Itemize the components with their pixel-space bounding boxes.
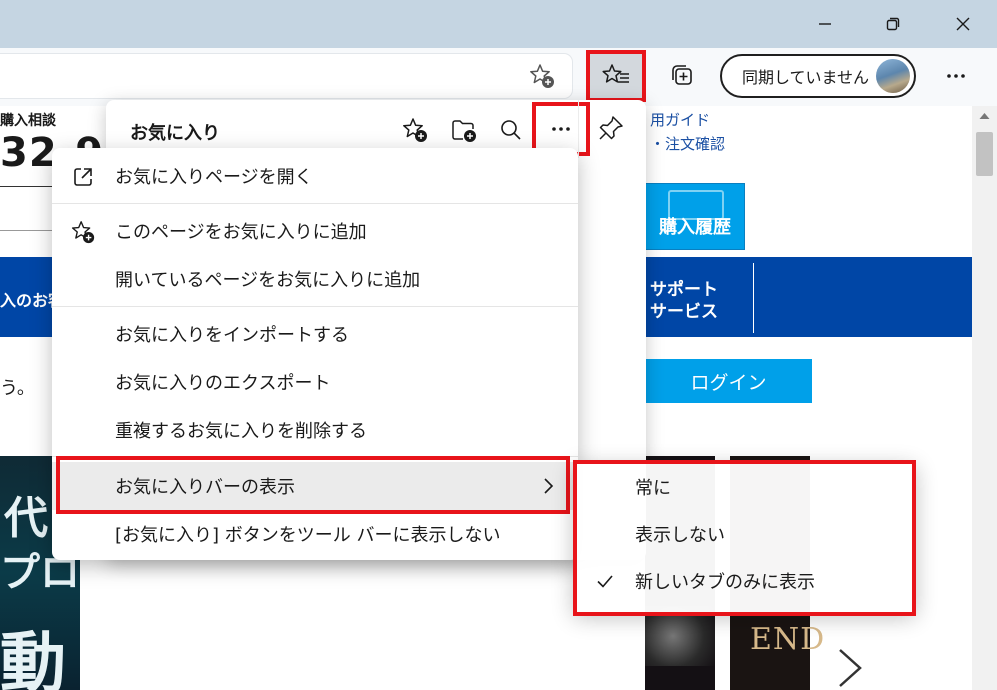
purchase-history-button[interactable]: 購入履歴 — [645, 183, 745, 250]
carousel-next-button[interactable] — [832, 646, 866, 690]
collections-icon — [672, 65, 692, 85]
menu-item-label: お気に入りをインポートする — [115, 325, 349, 346]
search-favorites-button[interactable] — [491, 112, 531, 148]
close-button[interactable] — [930, 0, 996, 48]
favorites-star-list-icon — [602, 64, 629, 83]
menu-item-hide-favorites-button[interactable]: [お気に入り] ボタンをツール バーに表示しない — [52, 510, 578, 558]
menu-item-label: お気に入りバーの表示 — [115, 477, 295, 498]
folder-add-icon — [452, 120, 476, 142]
add-this-page-button[interactable] — [395, 112, 435, 148]
favorites-bar-submenu: 常に 表示しない 新しいタブのみに表示 — [573, 460, 916, 612]
star-add-icon — [70, 219, 96, 245]
address-bar[interactable] — [0, 54, 572, 98]
restore-icon — [886, 17, 900, 31]
guide-link[interactable]: 用ガイド — [650, 109, 710, 130]
menu-item-label: 重複するお気に入りを削除する — [115, 421, 367, 442]
login-button[interactable]: ログイン — [645, 359, 812, 403]
submenu-item-label: 常に — [635, 478, 671, 499]
minimize-button[interactable] — [792, 0, 858, 48]
chevron-right-icon — [544, 478, 554, 494]
menu-item-import-favorites[interactable]: お気に入りをインポートする — [52, 310, 578, 358]
add-favorite-button[interactable] — [522, 58, 562, 94]
profile-sync-button[interactable]: 同期していません — [720, 54, 916, 98]
star-add-icon — [530, 64, 554, 88]
menu-item-label: このページをお気に入りに追加 — [115, 222, 367, 243]
menu-item-add-this-page[interactable]: このページをお気に入りに追加 — [52, 207, 578, 255]
pin-icon — [599, 116, 623, 140]
checkmark-icon — [597, 575, 613, 588]
more-horizontal-icon — [552, 127, 570, 131]
browser-toolbar: 同期していません — [0, 48, 997, 106]
close-icon — [956, 17, 970, 31]
menu-item-label: お気に入りページを開く — [115, 167, 313, 188]
menu-item-label: お気に入りのエクスポート — [115, 373, 331, 394]
login-label: ログイン — [690, 371, 767, 394]
add-folder-button[interactable] — [444, 112, 484, 148]
submenu-item-label: 表示しない — [635, 525, 725, 546]
menu-separator — [52, 203, 578, 204]
banner-text: 代 — [4, 493, 48, 544]
menu-item-open-favorites-page[interactable]: お気に入りページを開く — [52, 152, 578, 200]
submenu-item-always[interactable]: 常に — [577, 464, 913, 510]
settings-more-button[interactable] — [934, 54, 978, 98]
submenu-item-new-tab-only[interactable]: 新しいタブのみに表示 — [577, 558, 913, 604]
avatar — [876, 59, 910, 93]
menu-item-export-favorites[interactable]: お気に入りのエクスポート — [52, 358, 578, 406]
menu-item-remove-duplicates[interactable]: 重複するお気に入りを削除する — [52, 406, 578, 454]
chevron-right-icon — [839, 649, 862, 687]
menu-item-show-favorites-bar[interactable]: お気に入りバーの表示 — [52, 462, 578, 510]
book-title: END — [750, 622, 826, 657]
minimize-icon — [819, 23, 831, 25]
page-text: う。 — [0, 378, 35, 399]
submenu-item-never[interactable]: 表示しない — [577, 511, 913, 557]
collections-button[interactable] — [660, 54, 704, 98]
consult-label: 購入相談 — [0, 113, 56, 129]
support-line2[interactable]: サービス — [650, 297, 718, 322]
nav-divider — [753, 263, 754, 333]
restore-button[interactable] — [860, 0, 926, 48]
favorites-button[interactable] — [586, 50, 646, 102]
open-external-icon — [70, 164, 96, 190]
scroll-up-icon — [979, 113, 990, 119]
menu-separator — [52, 456, 578, 457]
purchase-history-label: 購入履歴 — [659, 216, 731, 238]
order-link[interactable]: ・注文確認 — [650, 133, 725, 154]
sync-status-label: 同期していません — [742, 68, 870, 87]
menu-item-label: 開いているページをお気に入りに追加 — [115, 270, 421, 291]
title-bar — [0, 0, 997, 48]
page-scrollbar[interactable] — [972, 106, 997, 690]
more-horizontal-icon — [947, 74, 965, 78]
menu-separator — [52, 306, 578, 307]
search-icon — [501, 120, 521, 140]
scroll-thumb[interactable] — [976, 132, 993, 176]
star-add-icon — [403, 118, 427, 142]
pin-favorites-button[interactable] — [578, 100, 646, 158]
skull-art — [645, 606, 715, 666]
submenu-item-label: 新しいタブのみに表示 — [635, 572, 815, 593]
menu-item-add-open-pages[interactable]: 開いているページをお気に入りに追加 — [52, 255, 578, 303]
favorites-more-menu: お気に入りページを開く このページをお気に入りに追加 開いているページをお気に入… — [52, 148, 578, 560]
favorites-panel-title: お気に入り — [130, 123, 220, 144]
banner-text: 動 — [0, 625, 66, 690]
menu-item-label: [お気に入り] ボタンをツール バーに表示しない — [115, 525, 501, 546]
